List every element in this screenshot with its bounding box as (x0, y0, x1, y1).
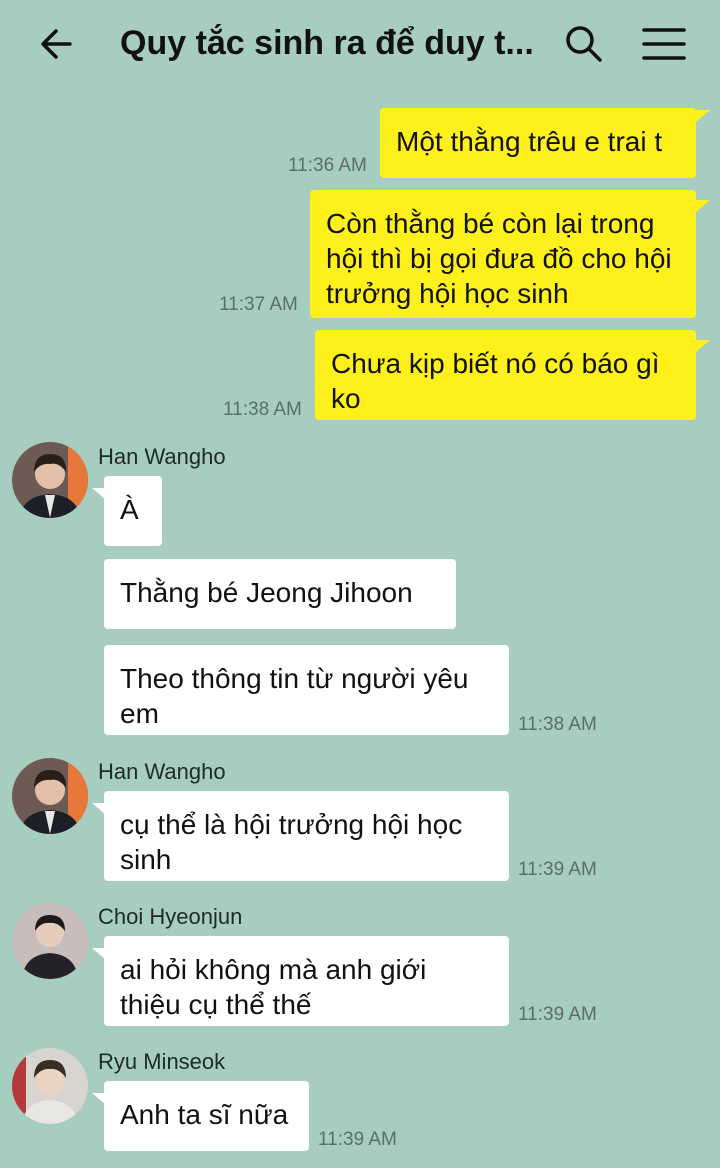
search-icon[interactable] (562, 22, 606, 66)
message-time: 11:39 AM (518, 1004, 597, 1025)
their-message-bubble[interactable]: Theo thông tin từ người yêu em (104, 645, 509, 735)
message-time: 11:36 AM (288, 155, 367, 176)
message-time: 11:39 AM (318, 1129, 397, 1150)
my-message-bubble[interactable]: Chưa kịp biết nó có báo gì ko (315, 330, 696, 420)
message-time: 11:38 AM (223, 399, 302, 420)
chat-title[interactable]: Quy tắc sinh ra để duy t... (120, 24, 540, 63)
avatar-choi-hyeonjun[interactable] (12, 903, 88, 979)
sender-name: Choi Hyeonjun (98, 904, 243, 929)
avatar-han-wangho[interactable] (12, 758, 88, 834)
bubble-tail (696, 110, 710, 122)
their-message-bubble[interactable]: Anh ta sĩ nữa (104, 1081, 309, 1151)
sender-name: Han Wangho (98, 759, 226, 784)
message-time: 11:37 AM (219, 294, 298, 315)
chat-header: Quy tắc sinh ra để duy t... (0, 0, 720, 88)
back-arrow-icon[interactable] (36, 22, 80, 66)
avatar-han-wangho[interactable] (12, 442, 88, 518)
their-message-bubble[interactable]: cụ thể là hội trưởng hội học sinh (104, 791, 509, 881)
message-time: 11:39 AM (518, 859, 597, 880)
their-message-bubble[interactable]: À (104, 476, 162, 546)
bubble-tail (696, 340, 710, 352)
avatar-ryu-minseok[interactable] (12, 1048, 88, 1124)
my-message-bubble[interactable]: Một thằng trêu e trai t (380, 108, 696, 178)
sender-name: Ryu Minseok (98, 1049, 226, 1074)
sender-name: Han Wangho (98, 444, 226, 469)
my-message-bubble[interactable]: Còn thằng bé còn lại trong hội thì bị gọ… (310, 190, 696, 318)
their-message-bubble[interactable]: ai hỏi không mà anh giới thiệu cụ thể th… (104, 936, 509, 1026)
menu-icon[interactable] (640, 22, 688, 66)
bubble-tail (696, 200, 710, 212)
message-time: 11:38 AM (518, 714, 597, 735)
their-message-bubble[interactable]: Thằng bé Jeong Jihoon (104, 559, 456, 629)
